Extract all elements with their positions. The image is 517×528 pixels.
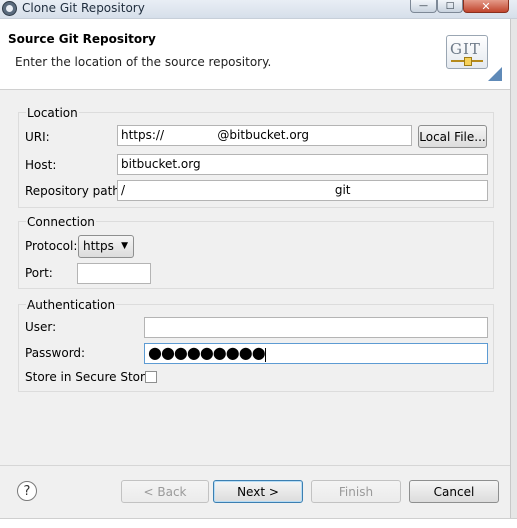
window-right-edge <box>510 19 517 518</box>
host-label: Host: <box>25 158 57 172</box>
page-description: Enter the location of the source reposit… <box>15 55 272 69</box>
git-logo-knob <box>464 57 472 66</box>
uri-input[interactable]: https:// @bitbucket.org <box>117 125 412 146</box>
close-button[interactable]: ✕ <box>463 0 509 13</box>
password-label: Password: <box>25 346 86 360</box>
port-label: Port: <box>25 266 53 280</box>
user-label: User: <box>25 320 57 334</box>
minimize-button[interactable]: — <box>410 0 437 13</box>
back-button[interactable]: < Back <box>121 480 209 503</box>
protocol-value: https <box>83 239 114 253</box>
page-title: Source Git Repository <box>8 32 156 46</box>
location-legend: Location <box>26 106 79 120</box>
text-caret <box>264 347 266 362</box>
help-icon[interactable]: ? <box>17 481 37 501</box>
wizard-body: Location URI: https:// @bitbucket.org Lo… <box>0 90 517 465</box>
protocol-label: Protocol: <box>25 239 78 253</box>
store-secure-checkbox[interactable] <box>145 371 157 383</box>
uri-label: URI: <box>25 130 50 144</box>
password-value: ●●●●●●●●● <box>148 343 266 362</box>
local-file-button[interactable]: Local File... <box>418 125 487 148</box>
git-logo-icon: GIT <box>446 35 488 69</box>
repository-path-input[interactable]: / git <box>117 180 488 201</box>
wizard-footer: ? < Back Next > Finish Cancel <box>0 465 517 518</box>
corner-decoration <box>488 67 502 81</box>
finish-button[interactable]: Finish <box>311 480 401 503</box>
cancel-button[interactable]: Cancel <box>409 480 499 503</box>
maximize-button[interactable]: □ <box>437 0 463 13</box>
protocol-select[interactable]: https ▼ <box>78 235 134 258</box>
git-logo-text: GIT <box>450 40 481 58</box>
window-title-bar[interactable]: Clone Git Repository — □ ✕ <box>0 0 517 19</box>
chevron-down-icon: ▼ <box>121 241 128 251</box>
repository-path-label: Repository path: <box>25 184 124 198</box>
next-button[interactable]: Next > <box>213 480 303 503</box>
user-input[interactable] <box>144 317 488 338</box>
store-secure-label: Store in Secure Store <box>25 370 153 384</box>
window-title: Clone Git Repository <box>22 1 145 15</box>
eclipse-icon <box>2 1 17 16</box>
connection-legend: Connection <box>26 215 96 229</box>
port-input[interactable] <box>77 263 151 284</box>
wizard-header: Source Git Repository Enter the location… <box>0 19 517 90</box>
password-input[interactable]: ●●●●●●●●● <box>144 343 488 364</box>
authentication-legend: Authentication <box>26 298 117 312</box>
host-input[interactable]: bitbucket.org <box>117 154 488 175</box>
